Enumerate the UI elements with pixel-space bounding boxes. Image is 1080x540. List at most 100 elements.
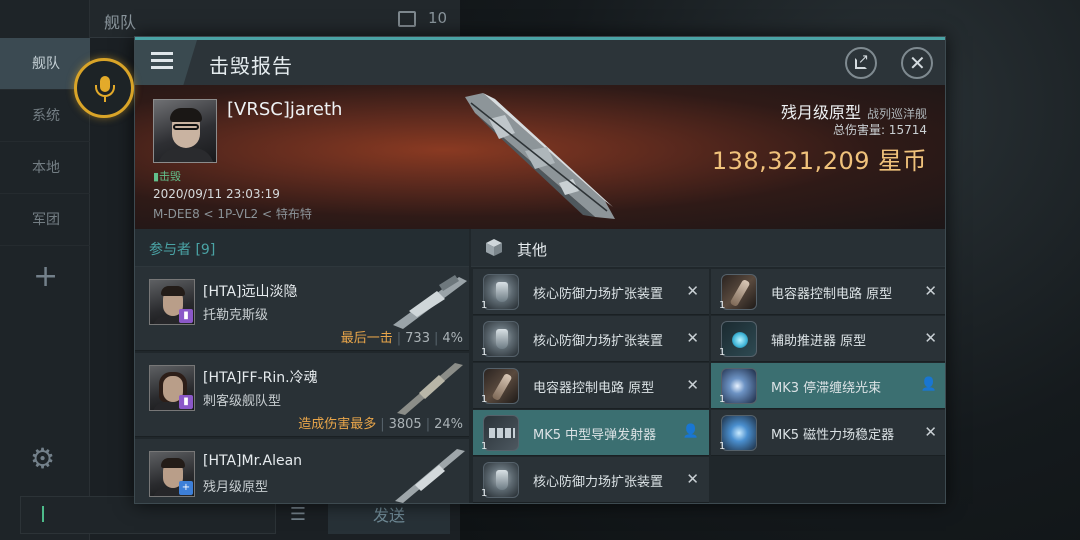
participant-row[interactable]: ▮ [HTA]远山淡隐 托勒克斯级 最后一击 | 733 | 4%: [135, 267, 469, 351]
share-button[interactable]: ↗: [845, 47, 877, 79]
participant-name: [HTA]FF-Rin.冷魂: [203, 370, 318, 386]
participant-ship: 残月级原型: [203, 480, 269, 495]
input-caret: [42, 506, 44, 522]
isk-value: 138,321,209 星币: [711, 147, 927, 175]
item-quantity: 1: [481, 394, 488, 405]
window-header: 击毁报告 ↗ ✕: [135, 37, 945, 85]
launcher-icon: [483, 415, 519, 451]
item-row-dropped[interactable]: 1 MK5 中型导弹发射器 👤: [473, 410, 709, 456]
item-quantity: 1: [481, 300, 488, 311]
item-quantity: 1: [481, 441, 488, 452]
destroyed-icon: ✕: [924, 329, 937, 347]
role-badge-icon: +: [179, 481, 193, 495]
item-row[interactable]: 1 核心防御力场扩张装置 ✕: [473, 457, 709, 503]
window-title: 击毁报告: [209, 54, 293, 78]
kill-timestamp: 2020/09/11 23:03:19: [153, 187, 280, 201]
participant-name: [HTA]Mr.Alean: [203, 453, 303, 469]
participants-title: 参与者 [9]: [149, 242, 216, 258]
participant-ship: 刺客级舰队型: [203, 394, 282, 409]
role-badge-icon: ▮: [179, 309, 193, 323]
share-icon: ↗: [858, 52, 869, 67]
participant-name: [HTA]远山淡隐: [203, 284, 298, 300]
add-channel-icon[interactable]: +: [33, 262, 58, 292]
person-icon: 👤: [920, 377, 937, 392]
isk-unit: 星币: [878, 147, 927, 175]
items-header: 其他: [471, 229, 945, 267]
item-quantity: 1: [481, 347, 488, 358]
item-quantity: 1: [719, 300, 726, 311]
destroyed-icon: ✕: [686, 282, 699, 300]
sidebar-item-corp[interactable]: 军团: [0, 194, 90, 246]
item-row[interactable]: 1 电容器控制电路 原型 ✕: [473, 363, 709, 409]
kill-tag: ▮击毁: [153, 170, 182, 183]
booster-icon: [721, 321, 757, 357]
item-row[interactable]: 1 MK5 磁性力场稳定器 ✕: [711, 410, 945, 456]
shield-icon: [483, 462, 519, 498]
shield-icon: [483, 274, 519, 310]
damage-percent: 24%: [434, 417, 463, 432]
participants-header: 参与者 [9]: [135, 229, 469, 267]
final-blow-tag: 最后一击: [340, 331, 393, 346]
item-name: 电容器控制电路 原型: [771, 287, 893, 302]
stasis-web-icon: [721, 368, 757, 404]
ship-class: 战列巡洋舰: [866, 107, 927, 121]
victim-name[interactable]: [VRSC]jareth: [227, 99, 342, 120]
destroyed-icon: ✕: [686, 376, 699, 394]
item-name: 核心防御力场扩张装置: [533, 287, 664, 302]
damage-percent: 4%: [442, 331, 463, 346]
item-name: MK5 磁性力场稳定器: [771, 428, 895, 443]
item-name: 电容器控制电路 原型: [533, 381, 655, 396]
hamburger-menu-icon[interactable]: [151, 52, 173, 70]
capacitor-icon: [483, 368, 519, 404]
item-quantity: 1: [481, 488, 488, 499]
damage-value: 3805: [388, 417, 422, 432]
item-quantity: 1: [719, 347, 726, 358]
victim-ship-image[interactable]: [455, 89, 625, 225]
destroyed-icon: ✕: [686, 329, 699, 347]
message-icon[interactable]: [398, 11, 416, 27]
voice-button[interactable]: [74, 58, 134, 118]
close-icon: ✕: [909, 51, 926, 75]
item-row[interactable]: 1 核心防御力场扩张装置 ✕: [473, 269, 709, 315]
ship-type[interactable]: 残月级原型 战列巡洋舰: [781, 99, 927, 123]
kill-location[interactable]: M-DEE8 < 1P-VL2 < 特布特: [153, 205, 312, 222]
item-row[interactable]: 1 核心防御力场扩张装置 ✕: [473, 316, 709, 362]
item-row[interactable]: 1 辅助推进器 原型 ✕: [711, 316, 945, 362]
participant-ship-image: [395, 449, 465, 503]
kill-report-window: 击毁报告 ↗ ✕ [VRSC]jareth ▮击毁 2020/09/11 23:…: [134, 36, 946, 504]
total-damage: 总伤害量: 15714: [832, 123, 927, 137]
participant-ship-image: [397, 363, 463, 415]
sidebar-item-local[interactable]: 本地: [0, 142, 90, 194]
item-name: MK5 中型导弹发射器: [533, 428, 657, 443]
item-quantity: 1: [719, 441, 726, 452]
item-name: 核心防御力场扩张装置: [533, 475, 664, 490]
destroyed-icon: ✕: [924, 423, 937, 441]
top-damage-tag: 造成伤害最多: [298, 417, 377, 432]
destroyed-icon: ✕: [924, 282, 937, 300]
victim-banner: [VRSC]jareth ▮击毁 2020/09/11 23:03:19 M-D…: [135, 85, 945, 229]
participant-ship: 托勒克斯级: [203, 308, 269, 323]
participant-row[interactable]: + [HTA]Mr.Alean 残月级原型: [135, 439, 469, 503]
item-name: 辅助推进器 原型: [771, 334, 867, 349]
person-icon: 👤: [682, 424, 699, 439]
participant-ship-image: [393, 275, 467, 329]
message-count: 10: [428, 9, 448, 27]
item-row[interactable]: 1 电容器控制电路 原型 ✕: [711, 269, 945, 315]
participant-stats: 最后一击 | 733 | 4%: [340, 331, 463, 346]
damage-value: 733: [405, 331, 430, 346]
participant-stats: 造成伤害最多 | 3805 | 24%: [298, 417, 463, 432]
capacitor-icon: [721, 274, 757, 310]
victim-portrait[interactable]: [153, 99, 217, 163]
destroyed-icon: ✕: [686, 470, 699, 488]
item-name: MK3 停滞缠绕光束: [771, 381, 882, 396]
item-name: 核心防御力场扩张装置: [533, 334, 664, 349]
close-button[interactable]: ✕: [901, 47, 933, 79]
shield-icon: [483, 321, 519, 357]
chat-channel-title: 舰队: [104, 13, 137, 32]
cube-icon: [485, 239, 503, 257]
item-row-dropped[interactable]: 1 MK3 停滞缠绕光束 👤: [711, 363, 945, 409]
gear-icon[interactable]: ⚙: [30, 444, 55, 474]
items-title: 其他: [517, 241, 548, 259]
magnetic-stabilizer-icon: [721, 415, 757, 451]
participant-row[interactable]: ▮ [HTA]FF-Rin.冷魂 刺客级舰队型 造成伤害最多 | 3805 | 24%: [135, 353, 469, 437]
